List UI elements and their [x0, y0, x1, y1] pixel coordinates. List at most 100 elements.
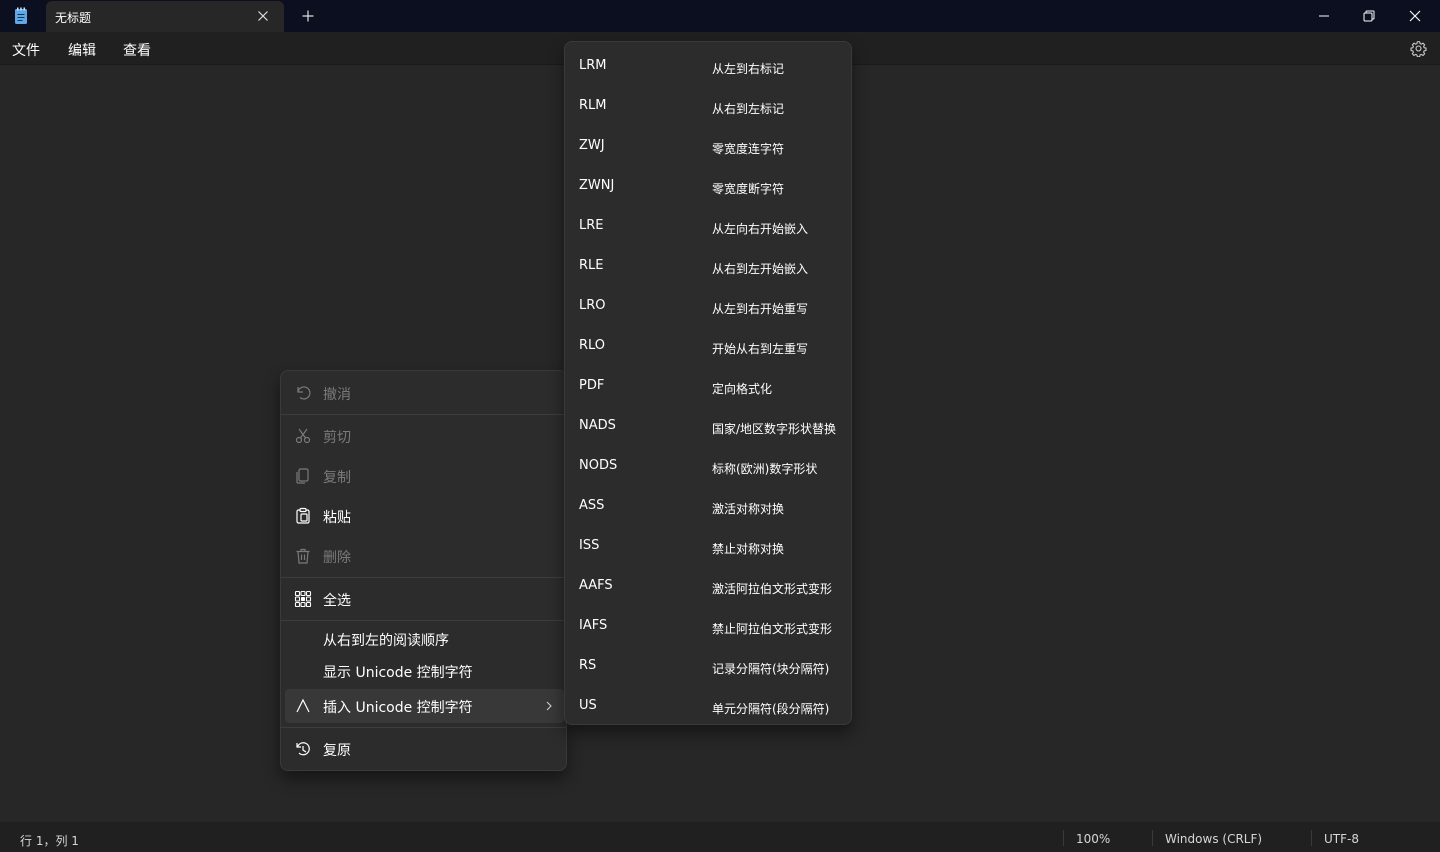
unicode-description: 激活阿拉伯文形式变形 [712, 582, 833, 596]
undo-label: 撤消 [323, 387, 351, 403]
unicode-code: LRM [579, 58, 607, 73]
select-all-label: 全选 [323, 593, 351, 609]
unicode-code: RS [579, 658, 597, 673]
reconvert-label: 复原 [323, 743, 351, 759]
submenu-item-iss[interactable]: ISS 禁止对称对换 [565, 524, 851, 564]
context-menu: 撤消 剪切 复制 粘贴 删除 全选 从右到左的阅读顺序 显示 Unicode 控… [280, 370, 567, 771]
menu-separator [281, 414, 566, 415]
show-unicode-menu-item[interactable]: 显示 Unicode 控制字符 [285, 657, 564, 687]
notepad-app-icon [15, 7, 27, 24]
copy-icon [296, 468, 309, 484]
submenu-item-pdf[interactable]: PDF 定向格式化 [565, 364, 851, 404]
insert-unicode-menu-item[interactable]: 插入 Unicode 控制字符 [285, 689, 564, 723]
chevron-right-icon [546, 701, 552, 711]
minimize-icon [1319, 15, 1329, 17]
submenu-item-rs[interactable]: RS 记录分隔符(块分隔符) [565, 644, 851, 684]
submenu-item-rle[interactable]: RLE 从右到左开始嵌入 [565, 244, 851, 284]
status-separator [1063, 830, 1064, 846]
restore-button[interactable] [1346, 0, 1392, 32]
close-icon [1409, 10, 1421, 22]
insert-unicode-label: 插入 Unicode 控制字符 [323, 700, 473, 716]
cursor-position: 行 1，列 1 [20, 834, 79, 848]
undo-icon [297, 386, 311, 400]
unicode-description: 国家/地区数字形状替换 [712, 422, 837, 436]
menu-separator [281, 620, 566, 621]
unicode-description: 从左到右开始重写 [712, 302, 809, 316]
undo-menu-item[interactable]: 撤消 [285, 376, 564, 410]
close-window-button[interactable] [1392, 0, 1438, 32]
unicode-description: 激活对称对换 [712, 502, 785, 516]
paste-label: 粘贴 [323, 510, 351, 526]
tab-untitled[interactable]: 无标题 [46, 1, 284, 32]
unicode-code: RLE [579, 258, 604, 273]
select-all-menu-item[interactable]: 全选 [285, 582, 564, 616]
unicode-code: RLO [579, 338, 606, 353]
menu-edit[interactable]: 编辑 [68, 40, 96, 60]
cut-label: 剪切 [323, 430, 351, 446]
unicode-description: 从左向右开始嵌入 [712, 222, 809, 236]
unicode-code: RLM [579, 98, 607, 113]
unicode-code: NODS [579, 458, 618, 473]
submenu-item-zwnj[interactable]: ZWNJ 零宽度断字符 [565, 164, 851, 204]
gear-icon[interactable] [1410, 40, 1427, 57]
paste-menu-item[interactable]: 粘贴 [285, 499, 564, 533]
submenu-item-nods[interactable]: NODS 标称(欧洲)数字形状 [565, 444, 851, 484]
submenu-item-us[interactable]: US 单元分隔符(段分隔符) [565, 684, 851, 724]
cut-menu-item[interactable]: 剪切 [285, 419, 564, 453]
submenu-item-nads[interactable]: NADS 国家/地区数字形状替换 [565, 404, 851, 444]
unicode-code: ISS [579, 538, 600, 553]
restore-icon [1363, 10, 1375, 22]
unicode-code: ZWNJ [579, 178, 615, 193]
unicode-code: LRO [579, 298, 606, 313]
submenu-item-lrm[interactable]: LRM 从左到右标记 [565, 44, 851, 84]
status-separator [1311, 830, 1312, 846]
unicode-code: US [579, 698, 597, 713]
status-separator [1152, 830, 1153, 846]
submenu-item-ass[interactable]: ASS 激活对称对换 [565, 484, 851, 524]
rtl-reading-label: 从右到左的阅读顺序 [323, 633, 449, 649]
copy-label: 复制 [323, 470, 351, 486]
unicode-description: 从右到左开始嵌入 [712, 262, 809, 276]
trash-icon [296, 548, 310, 564]
scissors-icon [295, 428, 311, 444]
title-bar: 无标题 [0, 0, 1440, 32]
submenu-item-rlm[interactable]: RLM 从右到左标记 [565, 84, 851, 124]
select-all-icon [294, 590, 312, 608]
copy-menu-item[interactable]: 复制 [285, 459, 564, 493]
unicode-description: 单元分隔符(段分隔符) [712, 702, 830, 716]
close-tab-icon[interactable] [254, 7, 272, 25]
delete-label: 删除 [323, 550, 351, 566]
encoding[interactable]: UTF-8 [1324, 832, 1359, 846]
show-unicode-label: 显示 Unicode 控制字符 [323, 665, 473, 681]
unicode-description: 从左到右标记 [712, 62, 785, 76]
submenu-item-aafs[interactable]: AAFS 激活阿拉伯文形式变形 [565, 564, 851, 604]
unicode-code: PDF [579, 378, 605, 393]
menu-file[interactable]: 文件 [12, 40, 40, 60]
unicode-description: 零宽度连字符 [712, 142, 785, 156]
unicode-code: NADS [579, 418, 616, 433]
submenu-item-zwj[interactable]: ZWJ 零宽度连字符 [565, 124, 851, 164]
unicode-code: ZWJ [579, 138, 605, 153]
submenu-item-iafs[interactable]: IAFS 禁止阿拉伯文形式变形 [565, 604, 851, 644]
new-tab-icon[interactable] [300, 8, 316, 24]
submenu-item-lre[interactable]: LRE 从左向右开始嵌入 [565, 204, 851, 244]
rtl-reading-menu-item[interactable]: 从右到左的阅读顺序 [285, 625, 564, 655]
submenu-item-rlo[interactable]: RLO 开始从右到左重写 [565, 324, 851, 364]
line-ending[interactable]: Windows (CRLF) [1165, 832, 1262, 846]
menu-separator [281, 577, 566, 578]
minimize-button[interactable] [1301, 0, 1347, 32]
unicode-description: 零宽度断字符 [712, 182, 785, 196]
unicode-code: IAFS [579, 618, 608, 633]
unicode-description: 禁止对称对换 [712, 542, 785, 556]
zoom-level[interactable]: 100% [1076, 832, 1110, 846]
unicode-description: 定向格式化 [712, 382, 773, 396]
menu-view[interactable]: 查看 [123, 40, 151, 60]
unicode-description: 记录分隔符(块分隔符) [712, 662, 830, 676]
delete-menu-item[interactable]: 删除 [285, 539, 564, 573]
reconvert-menu-item[interactable]: 复原 [285, 732, 564, 766]
submenu-item-lro[interactable]: LRO 从左到右开始重写 [565, 284, 851, 324]
unicode-description: 禁止阿拉伯文形式变形 [712, 622, 833, 636]
unicode-code: LRE [579, 218, 604, 233]
reconvert-icon [296, 742, 310, 756]
unicode-description: 从右到左标记 [712, 102, 785, 116]
